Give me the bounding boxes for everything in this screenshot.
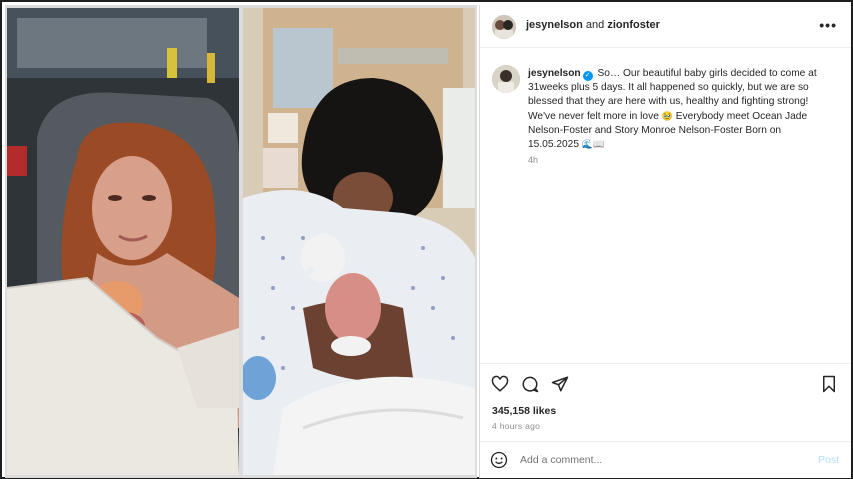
comment-bar: Post (480, 441, 851, 478)
photo-father-with-baby (243, 8, 475, 475)
author-username[interactable]: jesynelson (526, 19, 583, 31)
caption-emoji-1: 🥹 (661, 111, 673, 122)
photo-mother-with-baby (7, 8, 239, 475)
screenshot-frame: jesynelson and zionfoster ••• jesynelson… (0, 0, 853, 479)
heart-icon[interactable] (491, 375, 509, 398)
post-panel: jesynelson and zionfoster ••• jesynelson… (479, 5, 851, 478)
more-horizontal-icon[interactable]: ••• (819, 17, 837, 33)
post-caption: jesynelson ✓ So… Our beautiful baby girls… (528, 67, 830, 152)
likes-count[interactable]: 345,158 likes (492, 405, 556, 417)
avatar-image (492, 15, 516, 39)
author-avatar[interactable] (492, 15, 516, 39)
comment-icon[interactable] (521, 375, 539, 398)
caption-emoji-2: 🌊📖 (581, 140, 605, 151)
post-header: jesynelson and zionfoster ••• (480, 5, 851, 48)
caption-timestamp[interactable]: 4h (528, 155, 538, 165)
author-connector: and (585, 19, 605, 31)
collaborator-username[interactable]: zionfoster (607, 19, 660, 31)
post-media[interactable] (5, 5, 477, 478)
post-time-ago: 4 hours ago (492, 421, 541, 431)
post-authors: jesynelson and zionfoster (526, 19, 660, 31)
send-icon[interactable] (551, 375, 569, 398)
caption-avatar-image (492, 65, 520, 93)
post-actions (480, 363, 851, 405)
caption-username[interactable]: jesynelson (528, 68, 581, 79)
smiley-icon[interactable] (490, 451, 508, 474)
verified-badge-icon: ✓ (582, 71, 593, 81)
photo-father-illustration (243, 8, 475, 475)
post-comment-button[interactable]: Post (818, 454, 839, 466)
bookmark-icon[interactable] (821, 375, 837, 398)
caption-avatar[interactable] (492, 65, 520, 93)
comment-input[interactable] (520, 451, 800, 469)
photo-mother-illustration (7, 8, 239, 475)
